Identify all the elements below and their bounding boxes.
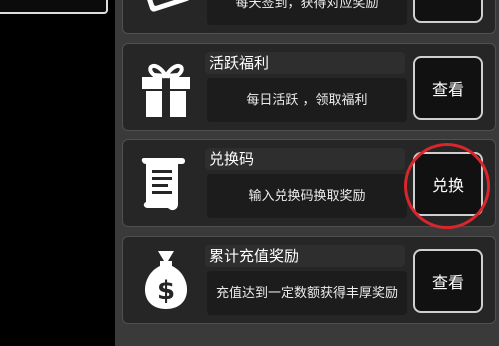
card-description: 每日活跃 ，领取福利 [207,78,407,122]
card-active-rewards: 活跃福利 每日活跃 ，领取福利 查看 [122,43,496,131]
recharge-view-button[interactable]: 查看 [413,249,483,313]
card-title: 累计充值奖励 [205,245,405,267]
redeem-button[interactable]: 兑换 [413,152,483,216]
card-cumulative-recharge: $ 累计充值奖励 充值达到一定数额获得丰厚奖励 查看 [122,236,496,324]
left-panel-frame [0,0,108,14]
card-daily-checkin: 每天签到，获得对应奖励 查看 [122,0,496,34]
card-description: 充值达到一定数额获得丰厚奖励 [207,271,407,315]
scroll-icon [133,150,199,216]
left-pane [0,0,110,340]
checkin-view-button[interactable]: 查看 [413,0,483,23]
money-bag-icon: $ [133,247,199,313]
checkin-icon [133,0,199,23]
reward-list-panel: 每天签到，获得对应奖励 查看 活跃福利 每日活跃 ，领取福利 查看 [115,0,499,346]
card-title: 活跃福利 [205,52,405,74]
card-description: 每天签到，获得对应奖励 [207,0,407,25]
gift-icon [133,54,199,120]
active-rewards-view-button[interactable]: 查看 [413,56,483,120]
svg-text:$: $ [157,276,175,306]
card-redeem-code: 兑换码 输入兑换码换取奖励 兑换 [122,139,496,227]
card-title: 兑换码 [205,148,405,170]
card-description: 输入兑换码换取奖励 [207,174,407,218]
